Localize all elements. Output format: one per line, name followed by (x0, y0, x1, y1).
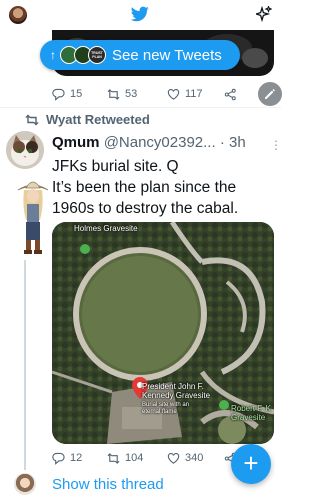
map-label-robert-line: Robert F. K (231, 404, 272, 413)
sparkle-icon[interactable] (256, 6, 272, 22)
like-button[interactable]: 117 (167, 88, 203, 101)
mini-avatar: TRUST PLAN (88, 46, 106, 64)
tweet-text-line: JFKs burial site. Q (52, 158, 179, 175)
cat-avatar-image (6, 131, 44, 169)
map-label-jfk-line: Kennedy Gravesite (142, 391, 211, 400)
tweet-time[interactable]: 3h (229, 134, 246, 151)
thread-connector-line (24, 260, 26, 470)
separator: · (215, 134, 229, 151)
retweeted-by-label: Wyatt Retweeted (46, 112, 150, 127)
previous-tweet-actions: 15 53 117 (52, 88, 252, 101)
tweet-text-line: It’s been the plan since the (52, 179, 237, 196)
tweet-actions: 12 104 340 (52, 452, 252, 465)
share-button[interactable] (224, 88, 242, 101)
reply-icon (52, 88, 65, 101)
like-count: 340 (185, 452, 204, 464)
mini-avatar-caption: TRUST PLAN (91, 51, 103, 59)
map-label-holmes: Holmes Gravesite (74, 224, 138, 233)
compose-tweet-button[interactable]: + (231, 444, 271, 484)
map-marker-holmes[interactable] (80, 244, 90, 254)
reply-button[interactable]: 12 (52, 452, 82, 465)
retweet-count: 104 (125, 452, 144, 464)
see-new-tweets-label: See new Tweets (112, 46, 222, 64)
share-icon (224, 88, 236, 101)
profile-avatar[interactable] (9, 6, 27, 24)
show-this-thread-link[interactable]: Show this thread (52, 476, 164, 493)
map-label-jfk-sub: Burial site with an eternal flame (142, 402, 189, 416)
cowgirl-illustration (17, 181, 49, 254)
retweet-icon (107, 89, 120, 100)
tweet-text-line: 1960s to destroy the cabal. (52, 200, 239, 217)
like-button[interactable]: 340 (167, 452, 203, 465)
arrow-up-icon: ↑ (50, 48, 56, 62)
map-label-jfk-line: President John F. (142, 382, 204, 391)
see-new-tweets-button[interactable]: ↑ TRUST PLAN See new Tweets (40, 40, 240, 70)
retweeted-by-header[interactable]: Wyatt Retweeted (25, 112, 150, 127)
compose-button-faded[interactable] (258, 82, 282, 106)
author-avatar[interactable] (6, 131, 44, 169)
thread-author-avatar[interactable] (14, 473, 36, 495)
twitter-bird-icon[interactable] (131, 6, 149, 22)
retweet-count: 53 (125, 88, 138, 100)
tweet-author-row[interactable]: Qmum @Nancy02392... · 3h (52, 134, 280, 151)
divider (0, 107, 281, 108)
map-label-robert: Robert F. K Gravesite (231, 404, 271, 422)
heart-icon (167, 453, 180, 464)
map-label-jfk-sub-line: eternal flame (142, 409, 177, 415)
author-name[interactable]: Qmum (52, 134, 100, 151)
map-label-jfk-sub-line: Burial site with an (142, 402, 190, 408)
top-bar (0, 0, 281, 30)
retweet-button[interactable]: 104 (107, 452, 143, 465)
heart-icon (167, 89, 180, 100)
reply-icon (52, 452, 65, 465)
map-label-robert-line: Gravesite (231, 413, 266, 422)
map-marker-robert[interactable] (219, 400, 229, 410)
more-options-icon[interactable]: ⋮ (270, 138, 282, 152)
reply-count: 12 (70, 452, 83, 464)
retweet-icon (107, 453, 120, 464)
tweet-media-map[interactable]: Holmes Gravesite President John F. Kenne… (52, 222, 274, 444)
pencil-icon (265, 89, 275, 99)
map-label-jfk: President John F. Kennedy Gravesite (142, 382, 210, 400)
reply-count: 15 (70, 88, 83, 100)
retweet-button[interactable]: 53 (107, 88, 137, 101)
like-count: 117 (185, 88, 203, 100)
author-handle[interactable]: @Nancy02392... (104, 134, 216, 151)
retweet-icon (25, 114, 39, 125)
tweet-text: JFKs burial site. Q It’s been the plan s… (52, 156, 277, 219)
reply-button[interactable]: 15 (52, 88, 82, 101)
